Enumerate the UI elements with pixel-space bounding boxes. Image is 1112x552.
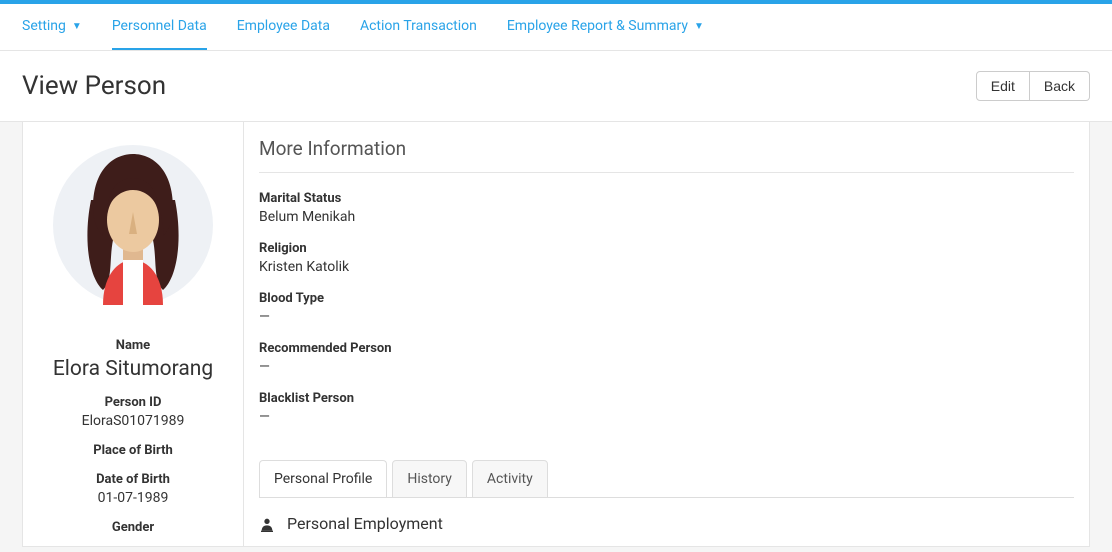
recommended-label: Recommended Person [259,341,1074,356]
tab-history[interactable]: History [392,460,467,498]
nav-personnel-data-label: Personnel Data [112,18,207,34]
nav-setting[interactable]: Setting ▼ [22,4,82,50]
nav-employee-data-label: Employee Data [237,18,330,34]
person-icon [259,516,275,532]
religion-label: Religion [259,241,1074,256]
nav-employee-data[interactable]: Employee Data [237,4,330,50]
marital-status-value: Belum Menikah [259,209,1074,225]
person-id-label: Person ID [38,395,228,410]
dob-value: 01-07-1989 [38,490,228,506]
tabs: Personal Profile History Activity [259,460,1074,498]
personal-employment-heading: Personal Employment [287,514,443,533]
blood-type-label: Blood Type [259,291,1074,306]
blood-type-value: — [259,309,1074,325]
blacklist-label: Blacklist Person [259,391,1074,406]
avatar-icon [53,130,213,320]
religion-value: Kristen Katolik [259,259,1074,275]
person-id-value: EloraS01071989 [38,413,228,429]
nav-employee-report-label: Employee Report & Summary [507,18,688,34]
caret-down-icon: ▼ [72,21,82,32]
back-button[interactable]: Back [1030,71,1090,101]
pob-label: Place of Birth [38,443,228,458]
nav-setting-label: Setting [22,18,66,34]
gender-label: Gender [38,520,228,535]
main-panel: More Information Marital Status Belum Me… [243,122,1089,546]
name-label: Name [38,338,228,353]
marital-status-label: Marital Status [259,191,1074,206]
tab-panel: Personal Employment [259,497,1074,547]
blacklist-value: — [259,409,1074,425]
nav-action-transaction-label: Action Transaction [360,18,477,34]
content: Name Elora Situmorang Person ID EloraS01… [22,122,1090,547]
nav-personnel-data[interactable]: Personnel Data [112,4,207,50]
more-info-heading: More Information [259,137,1074,173]
dob-label: Date of Birth [38,472,228,487]
name-value: Elora Situmorang [38,357,228,381]
page-title: View Person [22,71,166,101]
nav-action-transaction[interactable]: Action Transaction [360,4,477,50]
top-nav: Setting ▼ Personnel Data Employee Data A… [0,4,1112,51]
avatar-wrap [38,130,228,320]
recommended-value: — [259,359,1074,375]
tab-personal-profile[interactable]: Personal Profile [259,460,387,498]
page-header: View Person Edit Back [0,51,1112,122]
nav-employee-report[interactable]: Employee Report & Summary ▼ [507,4,704,50]
caret-down-icon: ▼ [694,21,704,32]
header-actions: Edit Back [976,71,1090,101]
person-sidebar: Name Elora Situmorang Person ID EloraS01… [23,122,243,546]
tab-activity[interactable]: Activity [472,460,548,498]
edit-button[interactable]: Edit [976,71,1030,101]
